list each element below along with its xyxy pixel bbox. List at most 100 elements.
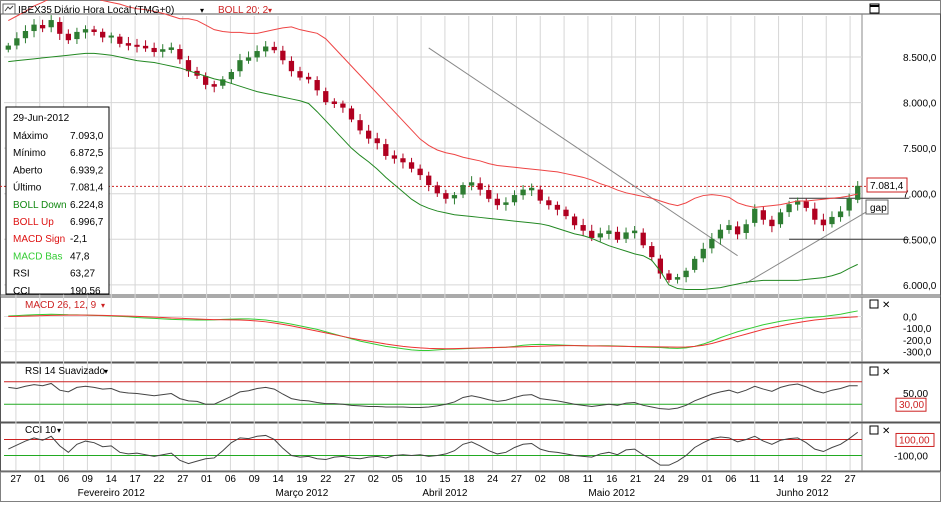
candle-body — [151, 47, 157, 53]
candle-body — [597, 233, 603, 238]
candle-body — [726, 225, 732, 231]
candle-body — [443, 193, 449, 199]
candle-body — [108, 35, 114, 38]
date-tick: 05 — [392, 474, 404, 485]
date-tick: 14 — [273, 474, 285, 485]
candle-body — [760, 210, 766, 220]
date-tick: 19 — [797, 474, 809, 485]
month-label: Junho 2012 — [776, 488, 829, 499]
gap-annotation: gap — [865, 199, 889, 215]
candle-body — [331, 101, 337, 105]
candle-body — [769, 219, 775, 227]
date-tick: 06 — [725, 474, 737, 485]
macd-panel-label[interactable]: MACD 26, 12, 9 — [25, 300, 97, 311]
cci-panel-label[interactable]: CCI 10 — [25, 425, 57, 436]
date-tick: 27 — [177, 474, 189, 485]
cci-close-icon[interactable]: ✕ — [882, 426, 890, 437]
info-row-value: 6.939,2 — [70, 165, 104, 176]
macd-dropdown-icon[interactable]: ▾ — [101, 301, 105, 310]
info-date: 29-Jun-2012 — [13, 113, 70, 124]
symbol-label[interactable]: IBEX35 — [18, 5, 52, 16]
rsi-dropdown-icon[interactable]: ▾ — [104, 367, 108, 376]
candle-body — [752, 208, 758, 223]
price-tick: 8.500,0 — [903, 53, 937, 64]
date-tick: 18 — [463, 474, 475, 485]
candle-body — [160, 49, 166, 52]
date-tick: 27 — [511, 474, 523, 485]
boll-label[interactable]: BOLL 20; 2 — [218, 5, 269, 16]
date-tick: 19 — [296, 474, 308, 485]
macd-tick: -300,0 — [903, 348, 932, 359]
cci-tick: -100,00 — [894, 452, 928, 463]
candle-body — [486, 190, 492, 199]
candle-body — [717, 229, 724, 239]
candle-body — [14, 38, 20, 46]
symbol-icon[interactable] — [2, 3, 16, 15]
candle-body — [168, 47, 174, 50]
candle-body — [245, 57, 252, 61]
info-row-value: 190,56 — [70, 286, 101, 297]
month-label: Abril 2012 — [422, 488, 467, 499]
date-tick: 10 — [416, 474, 428, 485]
rsi-tick: 30,00 — [899, 400, 924, 411]
candle-body — [829, 216, 835, 225]
candle-body — [357, 120, 363, 131]
period-label[interactable]: Diário Hora Local (TMG+0) — [54, 5, 174, 16]
date-tick: 06 — [225, 474, 237, 485]
cci-maximize-icon[interactable] — [869, 425, 879, 435]
date-tick: 09 — [249, 474, 261, 485]
price-tick: 6.500,0 — [903, 235, 937, 246]
chart-canvas: 27 01 06 09 14 17 22 27 01 06 09 14 19 22 27 02 05 10 15 18… — [0, 0, 941, 502]
candle-body — [280, 50, 286, 61]
macd-close-icon[interactable]: ✕ — [882, 300, 890, 311]
candle-body — [468, 182, 475, 186]
date-tick: 27 — [845, 474, 857, 485]
info-row-label: CCI — [13, 286, 30, 297]
period-dropdown-icon[interactable]: ▾ — [200, 6, 204, 15]
cci-dropdown-icon[interactable]: ▾ — [57, 426, 61, 435]
date-tick: 21 — [630, 474, 642, 485]
candle-body — [683, 270, 689, 278]
date-tick: 01 — [702, 474, 714, 485]
info-row-label: BOLL Down — [13, 200, 67, 211]
candle-body — [529, 187, 535, 191]
candle-body — [185, 60, 192, 72]
candle-body — [263, 46, 269, 52]
rsi-maximize-icon[interactable] — [869, 366, 879, 376]
boll-dropdown-icon[interactable]: ▾ — [268, 6, 272, 15]
candle-body — [812, 208, 818, 220]
rsi-panel-label[interactable]: RSI 14 Suavizado — [25, 366, 105, 377]
candle-body — [692, 258, 698, 270]
candle-body — [614, 231, 621, 240]
date-tick: 24 — [487, 474, 499, 485]
price-tick: 8.000,0 — [903, 99, 937, 110]
month-label: Março 2012 — [276, 488, 329, 499]
candle-body — [649, 246, 655, 258]
candle-body — [503, 202, 509, 205]
macd-maximize-icon[interactable] — [869, 299, 879, 309]
candle-body — [100, 31, 106, 38]
candle-body — [494, 198, 500, 206]
candle-body — [391, 155, 398, 159]
date-tick: 15 — [439, 474, 451, 485]
date-tick: 14 — [773, 474, 785, 485]
date-tick: 02 — [368, 474, 380, 485]
candle-body — [5, 45, 11, 50]
candle-body — [366, 130, 372, 139]
info-row-label: RSI — [13, 269, 30, 280]
price-tick: 7.500,0 — [903, 144, 937, 155]
rsi-close-icon[interactable]: ✕ — [882, 367, 890, 378]
info-row-label: MACD Bas — [13, 251, 62, 262]
candle-body — [305, 76, 312, 80]
candle-body — [31, 24, 37, 32]
date-tick: 24 — [654, 474, 666, 485]
candle-body — [426, 175, 432, 186]
candle-body — [314, 80, 320, 91]
candle-body — [563, 209, 569, 217]
price-tick: 6.000,0 — [903, 281, 937, 292]
candle-body — [177, 49, 183, 60]
info-row-value: -2,1 — [70, 234, 88, 245]
info-row-label: Último — [13, 181, 42, 194]
candle-body — [125, 43, 132, 46]
candle-body — [589, 230, 595, 238]
